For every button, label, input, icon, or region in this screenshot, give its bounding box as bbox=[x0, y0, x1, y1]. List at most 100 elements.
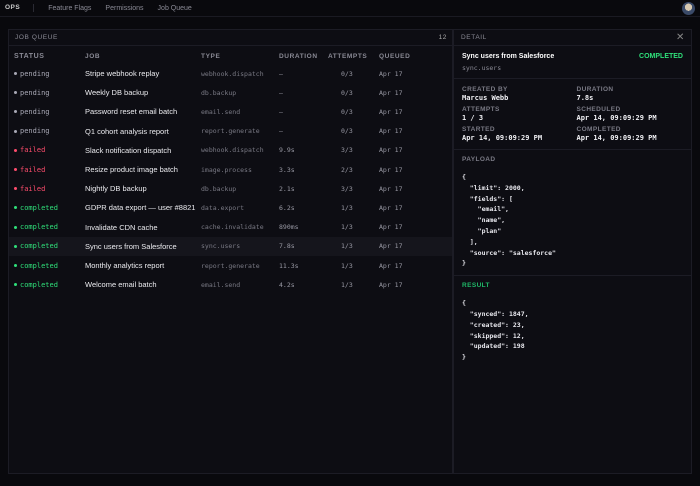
table-row[interactable]: completed Welcome email batch email.send… bbox=[9, 275, 452, 294]
payload-json: { "limit": 2000, "fields": [ "email", "n… bbox=[462, 173, 556, 268]
job-attempts: 1/3 bbox=[341, 242, 353, 251]
table-row[interactable]: completed Monthly analytics report repor… bbox=[9, 256, 452, 275]
job-type: db.backup bbox=[201, 184, 237, 193]
col-duration[interactable]: DURATION bbox=[279, 53, 318, 60]
job-type: email.send bbox=[201, 107, 241, 116]
field-label: STARTED bbox=[462, 126, 496, 133]
job-name: Password reset email batch bbox=[85, 107, 178, 117]
job-type: sync.users bbox=[201, 242, 241, 251]
job-duration: — bbox=[279, 127, 283, 136]
job-name: Weekly DB backup bbox=[85, 88, 149, 98]
status-dot-icon bbox=[14, 244, 17, 248]
nav-job-queue[interactable]: Job Queue bbox=[158, 5, 192, 12]
job-attempts: 1/3 bbox=[341, 203, 353, 212]
status-text: completed bbox=[20, 280, 58, 289]
job-duration: — bbox=[279, 88, 283, 97]
field-label: ATTEMPTS bbox=[462, 106, 500, 113]
status-dot-icon bbox=[14, 283, 17, 287]
detail-field: STARTED Apr 14, 09:09:29 PM bbox=[462, 126, 569, 146]
job-attempts: 1/3 bbox=[341, 223, 353, 232]
table-row[interactable]: failed Slack notification dispatch webho… bbox=[9, 141, 452, 160]
result-label: RESULT bbox=[462, 282, 490, 290]
status-dot-icon bbox=[14, 206, 17, 210]
field-value: 1 / 3 bbox=[462, 114, 484, 122]
col-status[interactable]: STATUS bbox=[14, 53, 45, 60]
job-duration: 6.2s bbox=[279, 203, 295, 212]
status-text: completed bbox=[20, 242, 58, 251]
job-queued: Apr 17 bbox=[379, 203, 403, 212]
job-name: Welcome email batch bbox=[85, 280, 157, 290]
field-label: CREATED BY bbox=[462, 86, 508, 93]
col-queued[interactable]: QUEUED bbox=[379, 53, 410, 60]
status-cell: completed bbox=[14, 223, 58, 231]
status-text: failed bbox=[20, 184, 46, 193]
table-row[interactable]: pending Weekly DB backup db.backup — 0/3… bbox=[9, 83, 452, 102]
status-text: pending bbox=[20, 69, 50, 78]
status-text: failed bbox=[20, 146, 46, 155]
status-badge: COMPLETED bbox=[639, 53, 683, 60]
col-job[interactable]: JOB bbox=[85, 53, 100, 60]
job-type: email.send bbox=[201, 280, 241, 289]
field-value: Apr 14, 09:09:29 PM bbox=[462, 134, 543, 142]
status-cell: failed bbox=[14, 146, 45, 154]
table-row[interactable]: pending Stripe webhook replay webhook.di… bbox=[9, 64, 452, 83]
job-type: db.backup bbox=[201, 88, 237, 97]
status-text: pending bbox=[20, 107, 50, 116]
field-value: Apr 14, 09:09:29 PM bbox=[576, 134, 657, 142]
detail-field: COMPLETED Apr 14, 09:09:29 PM bbox=[577, 126, 684, 146]
status-dot-icon bbox=[14, 225, 17, 229]
job-duration: 9.9s bbox=[279, 146, 295, 155]
job-duration: — bbox=[279, 69, 283, 78]
status-cell: failed bbox=[14, 166, 45, 174]
nav-permissions[interactable]: Permissions bbox=[105, 5, 143, 12]
job-attempts: 3/3 bbox=[341, 184, 353, 193]
status-cell: pending bbox=[14, 89, 50, 97]
detail-job-name: Sync users from Salesforce bbox=[462, 53, 555, 60]
status-text: completed bbox=[20, 261, 58, 270]
result-json: { "synced": 1847, "created": 23, "skippe… bbox=[462, 299, 529, 362]
job-queued: Apr 17 bbox=[379, 127, 403, 136]
job-queued: Apr 17 bbox=[379, 107, 403, 116]
status-text: pending bbox=[20, 88, 50, 97]
table-row[interactable]: failed Resize product image batch image.… bbox=[9, 160, 452, 179]
field-label: COMPLETED bbox=[576, 126, 621, 133]
status-cell: failed bbox=[14, 185, 45, 193]
table-row[interactable]: completed Sync users from Salesforce syn… bbox=[9, 236, 452, 256]
status-dot-icon bbox=[14, 187, 17, 191]
job-name: Slack notification dispatch bbox=[85, 145, 172, 155]
detail-field: SCHEDULED Apr 14, 09:09:29 PM bbox=[577, 106, 684, 126]
job-duration: 2.1s bbox=[279, 184, 295, 193]
job-duration: 890ms bbox=[279, 223, 299, 232]
status-cell: completed bbox=[14, 204, 58, 212]
job-queued: Apr 17 bbox=[379, 165, 403, 174]
job-queue-panel: JOB QUEUE 12 STATUS JOB TYPE DURATION ATT… bbox=[8, 29, 453, 474]
status-dot-icon bbox=[14, 129, 17, 133]
table-row[interactable]: pending Q1 cohort analysis report report… bbox=[9, 122, 452, 141]
field-value: Marcus Webb bbox=[462, 94, 509, 102]
field-value: 7.8s bbox=[576, 94, 594, 102]
job-name: GDPR data export — user #8821 bbox=[85, 203, 196, 213]
job-type: webhook.dispatch bbox=[201, 146, 264, 155]
job-queued: Apr 17 bbox=[379, 146, 403, 155]
job-attempts: 1/3 bbox=[341, 280, 353, 289]
top-nav: OPS Feature Flags Permissions Job Queue bbox=[0, 0, 700, 17]
status-cell: completed bbox=[14, 242, 58, 250]
col-type[interactable]: TYPE bbox=[201, 53, 220, 60]
job-duration: 11.3s bbox=[279, 261, 299, 270]
status-dot-icon bbox=[14, 264, 17, 267]
job-duration: 4.2s bbox=[279, 280, 295, 289]
col-attempts[interactable]: ATTEMPTS bbox=[328, 53, 367, 60]
job-attempts: 1/3 bbox=[341, 261, 353, 270]
job-attempts: 0/3 bbox=[341, 127, 353, 136]
table-row[interactable]: completed Invalidate CDN cache cache.inv… bbox=[9, 218, 452, 237]
nav-feature-flags[interactable]: Feature Flags bbox=[48, 5, 91, 12]
status-dot-icon bbox=[14, 148, 17, 152]
table-row[interactable]: failed Nightly DB backup db.backup 2.1s … bbox=[9, 179, 452, 198]
detail-field: CREATED BY Marcus Webb bbox=[462, 86, 569, 106]
avatar[interactable] bbox=[682, 2, 695, 15]
job-queued: Apr 17 bbox=[379, 69, 403, 78]
job-attempts: 3/3 bbox=[341, 146, 353, 155]
table-row[interactable]: pending Password reset email batch email… bbox=[9, 102, 452, 121]
table-row[interactable]: completed GDPR data export — user #8821 … bbox=[9, 198, 452, 217]
close-icon[interactable]: ✕ bbox=[676, 32, 685, 43]
